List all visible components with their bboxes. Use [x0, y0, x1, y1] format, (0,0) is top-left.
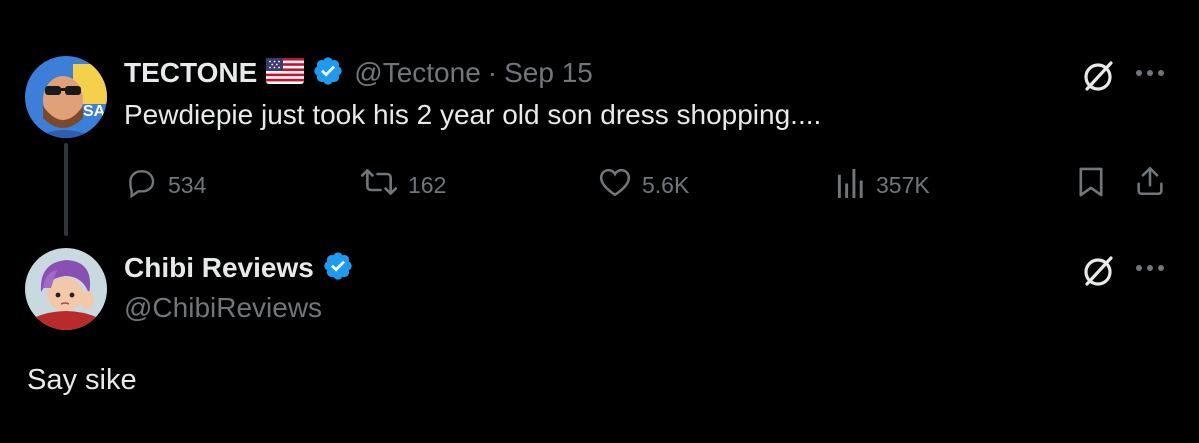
- like-button[interactable]: 5.6K: [598, 166, 689, 204]
- reply-text: Say sike: [27, 364, 137, 396]
- reply-header: Chibi Reviews: [124, 250, 354, 286]
- like-count: 5.6K: [642, 171, 690, 198]
- reply-button[interactable]: 534: [124, 166, 206, 204]
- tectone-display-name[interactable]: TECTONE: [124, 57, 257, 89]
- chibi-reviews-handle[interactable]: @ChibiReviews: [124, 292, 322, 324]
- grok-icon[interactable]: [1079, 56, 1117, 99]
- more-options-icon[interactable]: [1134, 66, 1166, 85]
- tweet-date[interactable]: Sep 15: [504, 57, 593, 89]
- repost-button[interactable]: 162: [360, 166, 446, 204]
- date-separator: ·: [487, 57, 498, 88]
- chibi-reviews-avatar[interactable]: [25, 248, 107, 330]
- views-icon: [836, 166, 866, 204]
- tweet-header: TECTONE @Tectone · Sep 15: [124, 55, 593, 91]
- repost-count: 162: [408, 171, 447, 198]
- grok-icon[interactable]: [1079, 251, 1117, 294]
- verified-badge-icon[interactable]: [312, 55, 344, 92]
- svg-text:SA: SA: [83, 103, 106, 120]
- more-options-icon[interactable]: [1134, 261, 1166, 280]
- chibi-reviews-display-name[interactable]: Chibi Reviews: [124, 252, 314, 284]
- repost-icon: [360, 166, 398, 204]
- views-button[interactable]: 357K: [836, 166, 930, 204]
- verified-badge-icon[interactable]: [322, 250, 354, 287]
- bookmark-icon[interactable]: [1076, 166, 1106, 203]
- reply-count: 534: [168, 171, 207, 198]
- tectone-avatar[interactable]: SA: [25, 56, 107, 138]
- views-count: 357K: [876, 171, 930, 198]
- thread-line: [64, 143, 68, 236]
- tectone-handle[interactable]: @Tectone: [354, 57, 481, 89]
- tweet-text: Pewdiepie just took his 2 year old son d…: [124, 99, 822, 130]
- reply-icon: [124, 166, 158, 204]
- share-icon[interactable]: [1133, 164, 1167, 203]
- us-flag-icon: [266, 57, 305, 89]
- heart-icon: [598, 166, 632, 204]
